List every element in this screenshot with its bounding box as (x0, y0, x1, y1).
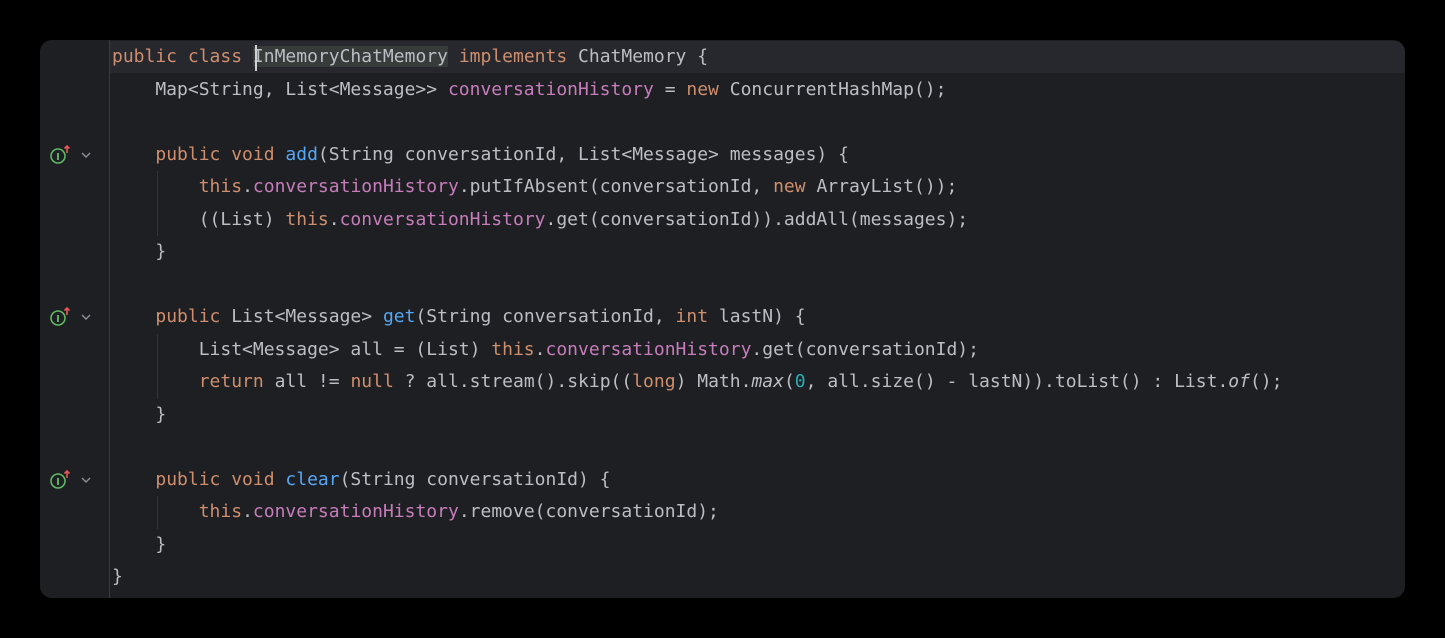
code-token: List<Message> (231, 306, 383, 327)
chevron-down-icon[interactable] (79, 473, 93, 487)
code-token: (); (1250, 371, 1283, 392)
code-line-11[interactable]: return all != null ? all.stream().skip((… (110, 366, 1405, 398)
code-token: . (535, 339, 546, 360)
code-token: conversationHistory (253, 501, 459, 522)
code-token (112, 501, 199, 522)
code-token: Map<String, List<Message>> (112, 79, 448, 100)
code-token: ? all.stream().skip(( (394, 371, 632, 392)
code-token: clear (285, 469, 339, 490)
code-line-3[interactable] (110, 106, 1405, 138)
code-line-10[interactable]: List<Message> all = (List) this.conversa… (110, 334, 1405, 366)
code-line-14[interactable]: public void clear(String conversationId)… (110, 464, 1405, 496)
code-token: max (751, 371, 784, 392)
code-token: new (686, 79, 719, 100)
code-token: ((List) (112, 209, 285, 230)
code-token (112, 469, 155, 490)
code-token: } (112, 241, 166, 262)
implements-method-icon[interactable]: I (48, 469, 70, 491)
code-token: } (112, 534, 166, 555)
code-line-6[interactable]: ((List) this.conversationHistory.get(con… (110, 204, 1405, 236)
code-token: return (199, 371, 264, 392)
code-token: this (199, 501, 242, 522)
indent-guide (157, 334, 158, 399)
code-token (448, 46, 459, 67)
code-line-15[interactable]: this.conversationHistory.remove(conversa… (110, 496, 1405, 528)
code-token: add (285, 144, 318, 165)
code-token: of (1228, 371, 1250, 392)
code-token: implements (459, 46, 567, 67)
code-token: this (491, 339, 534, 360)
implements-method-icon[interactable]: I (48, 306, 70, 328)
code-token: public void (155, 469, 285, 490)
code-token: public void (155, 144, 285, 165)
code-line-4[interactable]: public void add(String conversationId, L… (110, 139, 1405, 171)
code-token: lastN) { (708, 306, 806, 327)
code-token: conversationHistory (340, 209, 546, 230)
code-line-17[interactable]: } (110, 561, 1405, 593)
svg-text:I: I (56, 314, 60, 325)
text-caret (255, 45, 257, 71)
code-token: ChatMemory { (567, 46, 708, 67)
code-line-12[interactable]: } (110, 399, 1405, 431)
code-token (112, 176, 199, 197)
svg-text:I: I (56, 152, 60, 163)
code-token: ( (784, 371, 795, 392)
code-token: InMemoryChatMemory (253, 46, 448, 67)
code-line-5[interactable]: this.conversationHistory.putIfAbsent(con… (110, 171, 1405, 203)
code-line-13[interactable] (110, 431, 1405, 463)
code-token: this (199, 176, 242, 197)
code-token: ArrayList()); (806, 176, 958, 197)
code-token: new (773, 176, 806, 197)
code-token: public (155, 306, 231, 327)
code-token: .putIfAbsent(conversationId, (459, 176, 773, 197)
code-token: = (654, 79, 687, 100)
code-token (112, 306, 155, 327)
code-token (112, 371, 199, 392)
code-token (112, 144, 155, 165)
indent-guide (157, 496, 158, 529)
code-line-8[interactable] (110, 269, 1405, 301)
code-token: .get(conversationId); (751, 339, 979, 360)
svg-text:I: I (56, 477, 60, 488)
code-line-1[interactable]: public class InMemoryChatMemory implemen… (110, 41, 1405, 73)
code-token: .get(conversationId)).addAll(messages); (546, 209, 969, 230)
code-token: long (632, 371, 675, 392)
chevron-down-icon[interactable] (79, 148, 93, 162)
code-token: , all.size() - lastN)).toList() : List. (806, 371, 1229, 392)
code-token: } (112, 566, 123, 587)
code-token: conversationHistory (546, 339, 752, 360)
code-token: (String conversationId, (415, 306, 675, 327)
code-token: ) Math. (676, 371, 752, 392)
code-token: (String conversationId, List<Message> me… (318, 144, 849, 165)
indent-guide (157, 171, 158, 236)
implements-method-icon[interactable]: I (48, 144, 70, 166)
code-token: 0 (795, 371, 806, 392)
code-token: this (285, 209, 328, 230)
code-token: all != (264, 371, 351, 392)
code-token: conversationHistory (448, 79, 654, 100)
code-line-9[interactable]: public List<Message> get(String conversa… (110, 301, 1405, 333)
code-token: } (112, 404, 166, 425)
code-line-2[interactable]: Map<String, List<Message>> conversationH… (110, 74, 1405, 106)
editor-gutter[interactable]: I I I (40, 40, 110, 598)
code-token: null (350, 371, 393, 392)
code-token: conversationHistory (253, 176, 459, 197)
code-token: int (676, 306, 709, 327)
chevron-down-icon[interactable] (79, 310, 93, 324)
code-token: .remove(conversationId); (459, 501, 719, 522)
code-editor[interactable]: I I I public class InMemoryChatMemory impl… (40, 40, 1405, 598)
code-token: get (383, 306, 416, 327)
code-token: . (242, 501, 253, 522)
code-token: ConcurrentHashMap(); (719, 79, 947, 100)
code-token: public class (112, 46, 253, 67)
code-line-16[interactable]: } (110, 529, 1405, 561)
code-token: . (329, 209, 340, 230)
code-token: . (242, 176, 253, 197)
code-token: (String conversationId) { (340, 469, 611, 490)
code-line-7[interactable]: } (110, 236, 1405, 268)
code-area[interactable]: public class InMemoryChatMemory implemen… (110, 40, 1405, 598)
code-token: List<Message> all = (List) (112, 339, 491, 360)
